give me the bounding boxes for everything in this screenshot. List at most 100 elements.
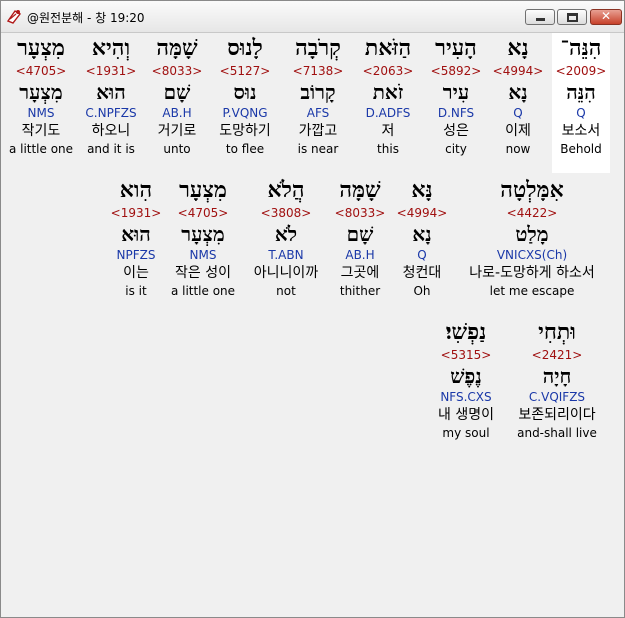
lemma-word: זֹאת [372, 80, 404, 104]
maximize-icon [567, 13, 578, 22]
hebrew-word: קְרֹבָה [295, 35, 341, 61]
word-cell[interactable]: שָׁמָּה <8033> שָׁם AB.H 그곳에 thither [331, 175, 389, 299]
word-cell[interactable]: הַזֹּאת <2063> זֹאת D.ADFS 저 this [357, 33, 419, 157]
english-gloss: and-shall live [517, 426, 597, 440]
hebrew-word: לָנוּס [227, 35, 263, 61]
strong-number[interactable]: <4705> [6, 63, 76, 80]
english-gloss: city [445, 142, 467, 156]
word-cell[interactable]: קְרֹבָה <7138> קָרוֹב AFS 가깝고 is near [285, 33, 351, 157]
word-cell[interactable]: הָעִיר <5892> עִיר D.NFS 성은 city [427, 33, 485, 157]
strong-number[interactable]: <4422> [457, 205, 607, 222]
morphology-code: AB.H [162, 106, 192, 120]
lemma-word: עִיר [442, 80, 470, 104]
strong-number[interactable]: <4994> [492, 63, 544, 80]
morphology-code: AB.H [345, 248, 375, 262]
close-button[interactable]: ✕ [590, 9, 622, 25]
hebrew-word: נָּא [411, 177, 433, 203]
strong-number[interactable]: <7138> [285, 63, 351, 80]
word-cell[interactable]: וְהִיא <1931> הוּא C.NPFZS 하오니 and it is [78, 33, 144, 157]
lemma-word: נוּס [233, 80, 257, 104]
korean-gloss: 거기로 [157, 123, 197, 139]
morphology-code: D.NFS [437, 106, 475, 120]
hebrew-word: וְהִיא [91, 35, 131, 61]
strong-number[interactable]: <5127> [212, 63, 278, 80]
app-icon [6, 10, 22, 24]
morphology-code: VNICXS(Ch) [496, 248, 568, 262]
english-gloss: is it [125, 284, 147, 298]
hebrew-word: הָעִיר [435, 35, 477, 61]
minimize-button[interactable] [525, 9, 555, 25]
morphology-code: T.ABN [268, 248, 304, 262]
word-cell[interactable]: נָא <4994> נָא Q 이제 now [492, 33, 544, 157]
word-cell[interactable]: הֲלֹא <3808> לֹא T.ABN 아니니이까 not [244, 175, 328, 299]
strong-number[interactable]: <8033> [331, 205, 389, 222]
english-gloss: is near [297, 142, 339, 156]
word-cell[interactable]: נָּא <4994> נָא Q 청컨대 Oh [394, 175, 450, 299]
close-icon: ✕ [600, 9, 612, 23]
lemma-word: הִנֵּה [566, 80, 596, 104]
strong-number[interactable]: <5315> [427, 347, 505, 364]
lemma-word: שָׁם [163, 80, 191, 104]
hebrew-word: הֲלֹא [267, 177, 305, 203]
korean-gloss: 이는 [123, 265, 149, 281]
word-cell[interactable]: וּתְחִי <2421> חָיָה C.VQIFZS 보존되리이다 and… [510, 317, 604, 441]
word-cell[interactable]: נַפְשִׁי׃ <5315> נֶפֶשׁ NFS.CXS 내 생명이 my… [427, 317, 505, 441]
lemma-word: מִצְעָר [181, 222, 225, 246]
morphology-code: C.NPFZS [85, 106, 137, 120]
strong-number[interactable]: <2009> [552, 63, 610, 80]
hebrew-word: מִצְעָר [17, 35, 65, 61]
morphology-code: NPFZS [116, 248, 156, 262]
english-gloss: and it is [87, 142, 135, 156]
morphology-code: Q [576, 106, 586, 120]
strong-number[interactable]: <3808> [244, 205, 328, 222]
english-gloss: let me escape [489, 284, 575, 298]
lemma-word: הוּא [96, 80, 126, 104]
word-cell[interactable]: הִוא <1931> הוּא NPFZS 이는 is it [110, 175, 162, 299]
hebrew-word: נַפְשִׁי׃ [445, 319, 487, 345]
korean-gloss: 저 [381, 123, 395, 139]
strong-number[interactable]: <1931> [78, 63, 144, 80]
strong-number[interactable]: <5892> [427, 63, 485, 80]
morphology-code: AFS [306, 106, 330, 120]
word-cell[interactable]: מִצְעָר <4705> מִצְעָר NMS 작기도 a little … [6, 33, 76, 157]
hebrew-word: הִוא [119, 177, 153, 203]
word-cell[interactable]: שָׁמָּה <8033> שָׁם AB.H 거기로 unto [148, 33, 206, 157]
strong-number[interactable]: <4994> [394, 205, 450, 222]
english-gloss: not [276, 284, 296, 298]
korean-gloss: 아니니이까 [253, 265, 319, 281]
strong-number[interactable]: <2421> [510, 347, 604, 364]
verse-analysis-panel: הִנֵּה־ <2009> הִנֵּה Q 보소서 Behold נָא <… [2, 33, 623, 616]
korean-gloss: 도망하기 [219, 123, 271, 139]
korean-gloss: 내 생명이 [438, 407, 494, 423]
word-cell[interactable]: מִצְעָר <4705> מִצְעָר NMS 작은 성이 a littl… [167, 175, 239, 299]
morphology-code: NMS [189, 248, 217, 262]
hebrew-word: הִנֵּה־ [560, 35, 602, 61]
morphology-code: D.ADFS [365, 106, 411, 120]
hebrew-word: שָׁמָּה [339, 177, 381, 203]
lemma-word: נָא [412, 222, 432, 246]
app-window: @원전분해 - 창 19:20 ✕ הִנֵּה־ <2009> הִנֵּה … [0, 0, 625, 618]
hebrew-word: מִצְעָר [179, 177, 227, 203]
korean-gloss: 청컨대 [402, 265, 442, 281]
lemma-word: מָלַט [515, 222, 549, 246]
korean-gloss: 작기도 [21, 123, 61, 139]
english-gloss: my soul [442, 426, 490, 440]
morphology-code: C.VQIFZS [528, 390, 586, 404]
word-cell[interactable]: הִנֵּה־ <2009> הִנֵּה Q 보소서 Behold [552, 33, 610, 173]
strong-number[interactable]: <2063> [357, 63, 419, 80]
strong-number[interactable]: <1931> [110, 205, 162, 222]
english-gloss: Behold [560, 142, 602, 156]
hebrew-word: אִמָּלְטָה [500, 177, 564, 203]
english-gloss: a little one [8, 142, 74, 156]
word-cell[interactable]: אִמָּלְטָה <4422> מָלַט VNICXS(Ch) 나로-도망… [457, 175, 607, 299]
lemma-word: קָרוֹב [300, 80, 336, 104]
morphology-code: NMS [27, 106, 55, 120]
word-cell[interactable]: לָנוּס <5127> נוּס P.VQNG 도망하기 to flee [212, 33, 278, 157]
maximize-button[interactable] [557, 9, 587, 25]
english-gloss: this [377, 142, 399, 156]
lemma-word: נָא [508, 80, 528, 104]
strong-number[interactable]: <4705> [167, 205, 239, 222]
korean-gloss: 나로-도망하게 하소서 [469, 265, 595, 281]
strong-number[interactable]: <8033> [148, 63, 206, 80]
title-bar[interactable]: @원전분해 - 창 19:20 ✕ [1, 1, 624, 33]
